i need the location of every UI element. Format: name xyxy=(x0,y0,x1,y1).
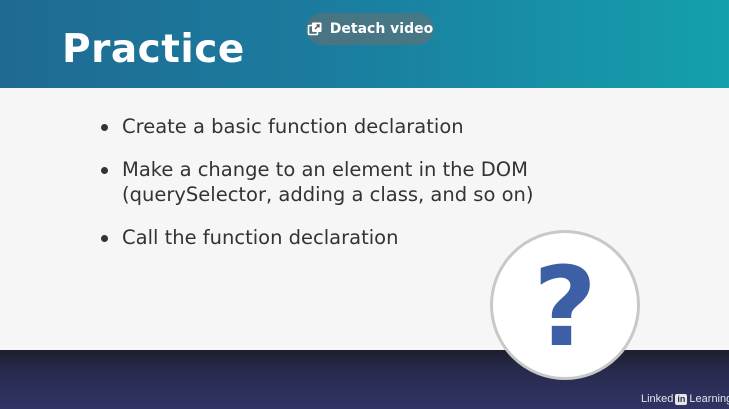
bullet-dot-icon xyxy=(101,235,108,242)
bullet-item: Make a change to an element in the DOM (… xyxy=(100,157,620,207)
linkedin-logo-icon: in xyxy=(675,393,688,405)
watermark-suffix: Learning xyxy=(689,393,729,405)
bullet-dot-icon xyxy=(101,167,108,174)
bullet-text: Call the function declaration xyxy=(122,226,399,249)
slide-title: Practice xyxy=(62,27,245,72)
detach-video-label: Detach video xyxy=(329,21,434,37)
bullet-item: Create a basic function declaration xyxy=(100,114,620,139)
question-mark-badge: ? xyxy=(490,230,640,380)
bullet-text: Create a basic function declaration xyxy=(122,115,464,138)
linkedin-learning-watermark: Linked in Learning xyxy=(641,392,729,406)
question-mark-icon: ? xyxy=(533,243,597,371)
bullet-dot-icon xyxy=(101,124,108,131)
slide-footer-band xyxy=(0,350,729,409)
detach-video-button[interactable]: Detach video xyxy=(306,13,434,45)
slide: Practice Detach video Create a basic fun… xyxy=(0,0,729,409)
bullet-text: Make a change to an element in the DOM (… xyxy=(122,158,534,206)
detach-window-icon xyxy=(307,22,322,36)
watermark-prefix: Linked xyxy=(641,393,674,405)
